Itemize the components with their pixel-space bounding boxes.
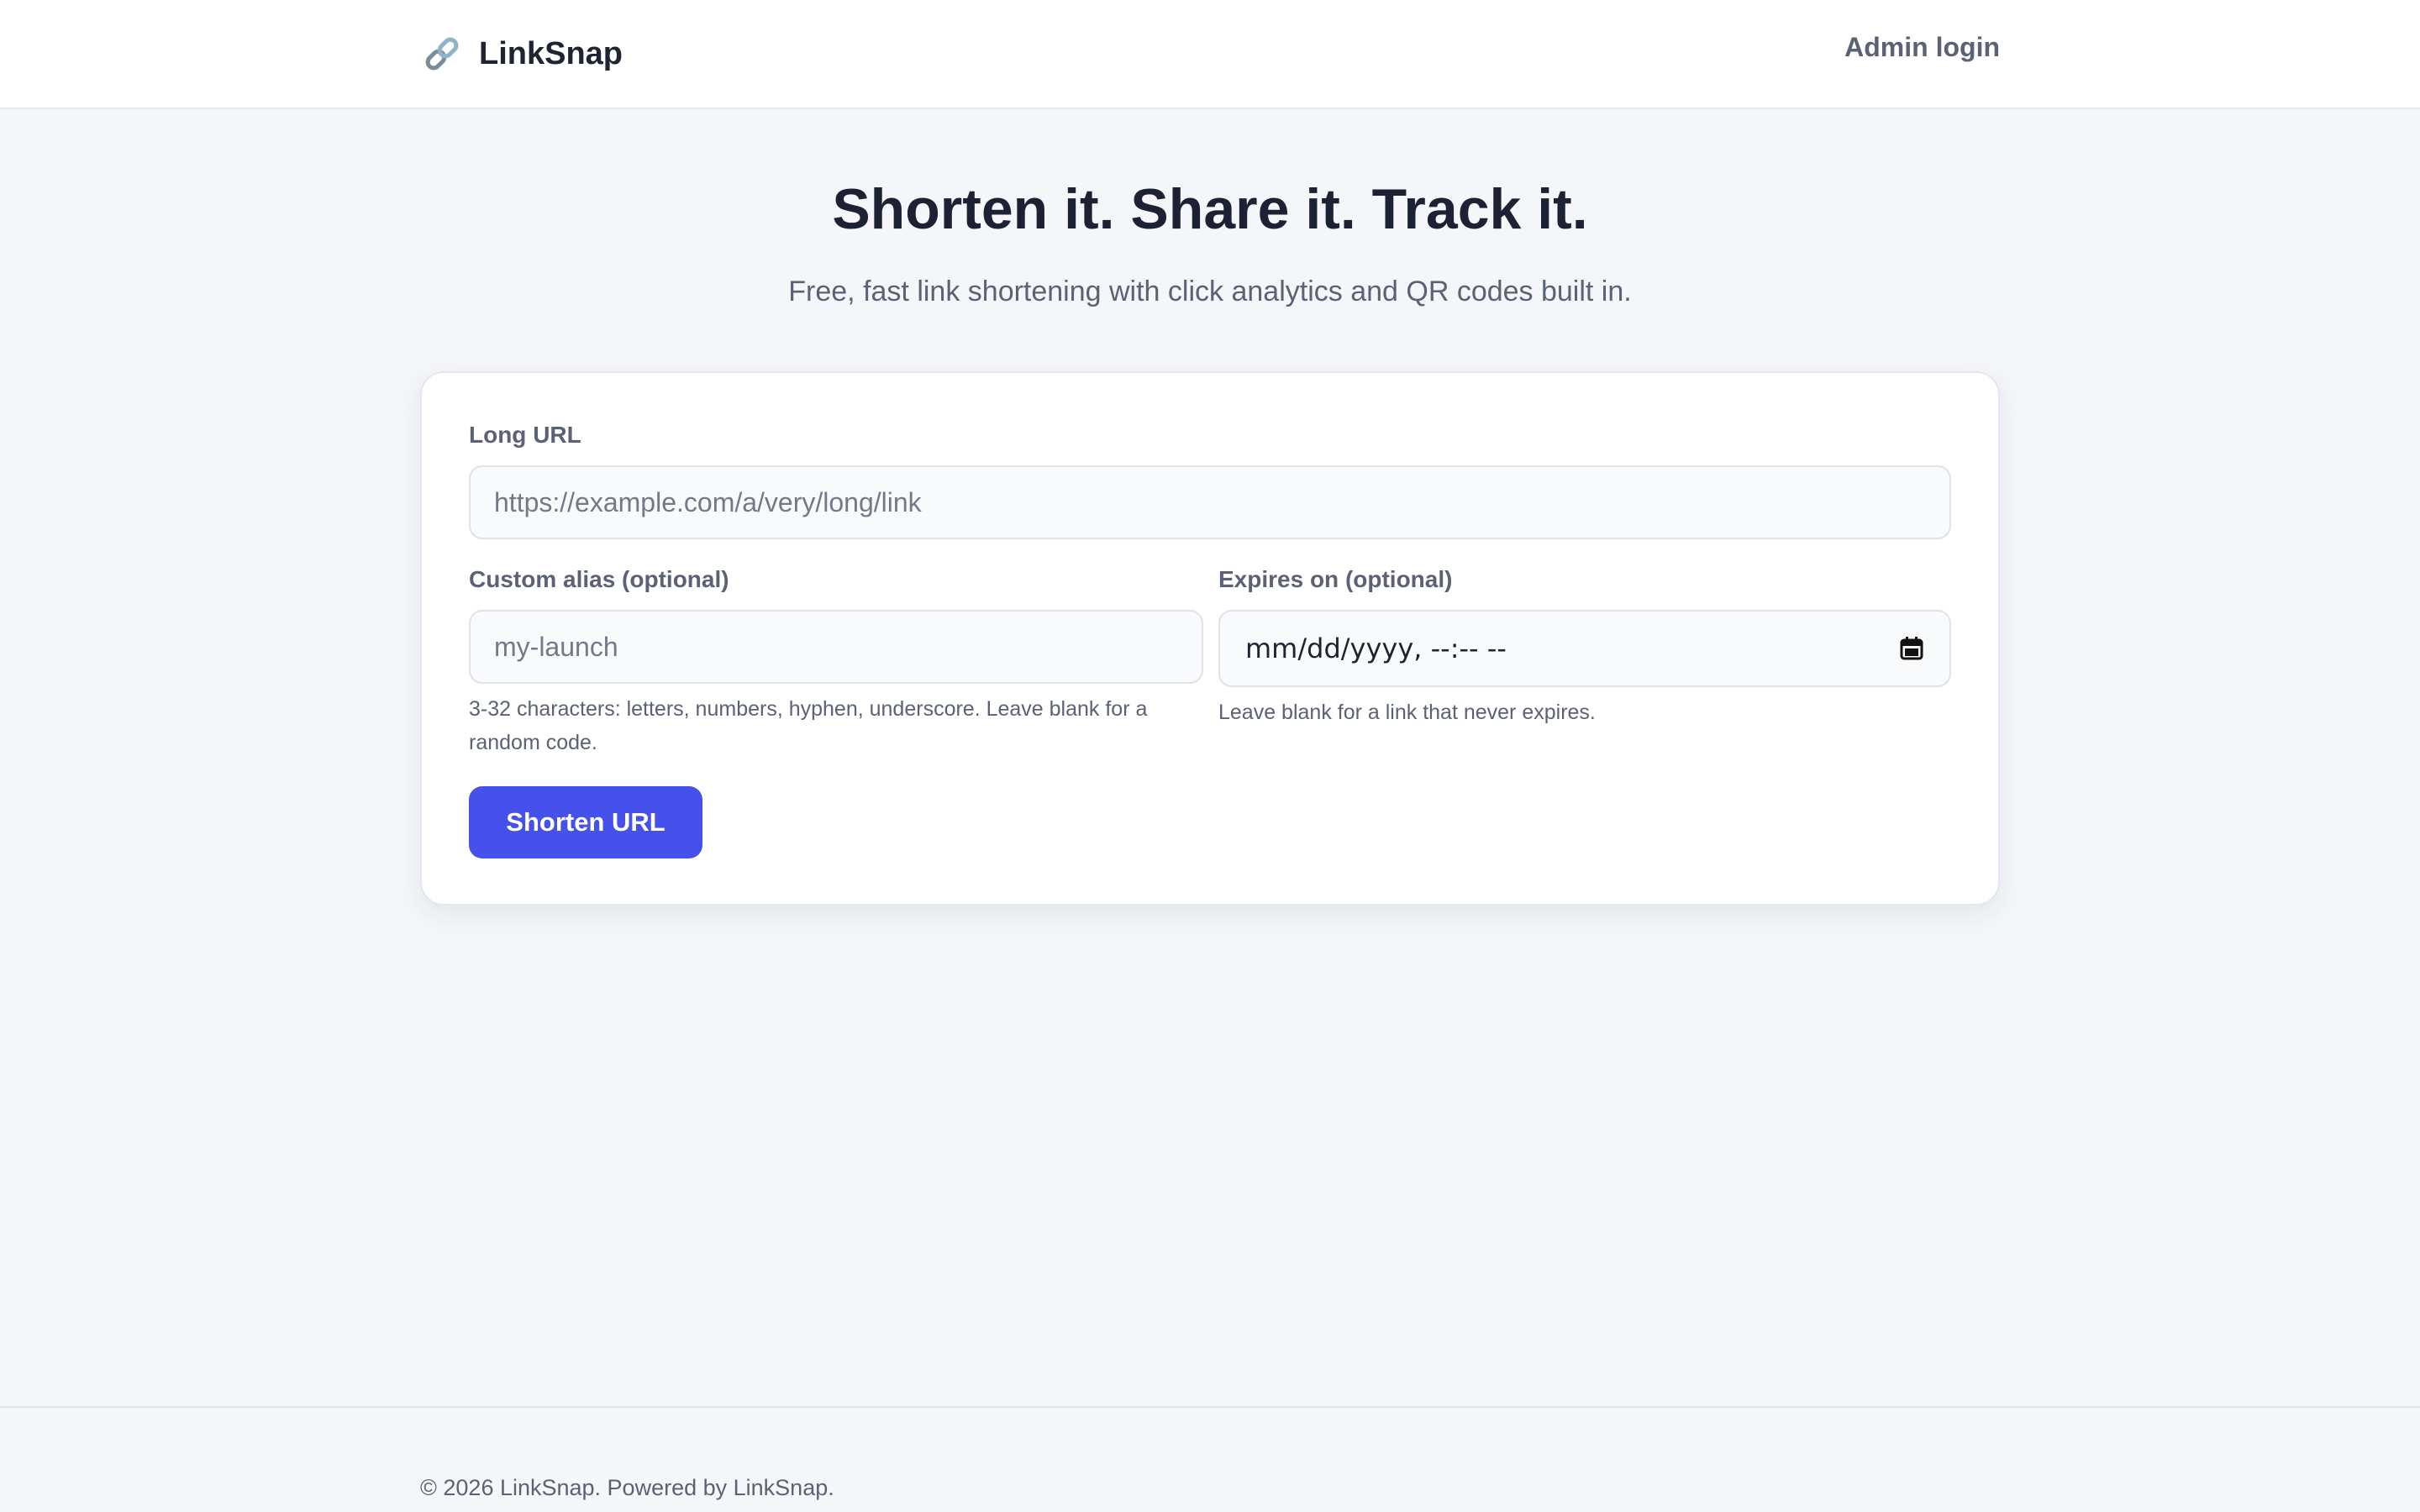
hero-title: Shorten it. Share it. Track it. — [832, 177, 1588, 241]
expires-label: Expires on (optional) — [1218, 566, 1453, 592]
expires-datetime-input[interactable]: mm/dd/yyyy, --:-- -- — [1218, 610, 1951, 687]
footer-copyright: © 2026 LinkSnap. Powered by LinkSnap. — [420, 1475, 834, 1500]
expires-value: mm/dd/yyyy, --:-- -- — [1245, 633, 1507, 664]
alias-help-text: 3-32 characters: letters, numbers, hyphe… — [469, 697, 1148, 754]
alias-label: Custom alias (optional) — [469, 566, 729, 592]
alias-input[interactable] — [469, 610, 1203, 684]
long-url-label: Long URL — [469, 422, 581, 448]
footer: © 2026 LinkSnap. Powered by LinkSnap. — [0, 1406, 2420, 1512]
calendar-icon[interactable] — [1899, 636, 1924, 661]
admin-login-link[interactable]: Admin login — [1844, 32, 2000, 63]
hero-subtitle: Free, fast link shortening with click an… — [788, 276, 1632, 307]
top-navbar: LinkSnap Admin login — [0, 0, 2420, 109]
expires-help-text: Leave blank for a link that never expire… — [1218, 701, 1596, 724]
brand-name: LinkSnap — [479, 35, 623, 71]
shorten-form-card: Long URL Custom alias (optional) 3-32 ch… — [420, 371, 2000, 906]
shorten-url-button[interactable]: Shorten URL — [469, 786, 702, 858]
brand[interactable]: LinkSnap — [420, 29, 623, 79]
link-icon — [425, 37, 459, 71]
long-url-input[interactable] — [469, 465, 1951, 539]
